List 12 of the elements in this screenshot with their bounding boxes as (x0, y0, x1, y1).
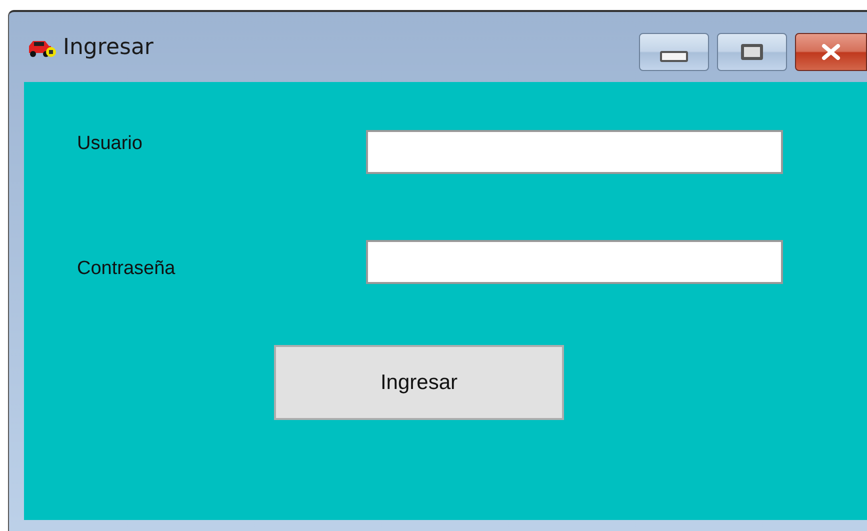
minimize-button[interactable] (639, 33, 709, 71)
field-label: Contraseña (77, 258, 176, 280)
login-button[interactable]: Ingresar (274, 345, 564, 420)
input-field[interactable] (366, 240, 783, 284)
field-label: Usuario (77, 133, 144, 155)
maximize-icon (741, 44, 763, 60)
minimize-icon (660, 50, 688, 62)
close-icon (820, 44, 842, 60)
window-title: Ingresar (63, 34, 154, 60)
close-button[interactable] (795, 33, 867, 71)
maximize-button[interactable] (717, 33, 787, 71)
input-field[interactable] (366, 130, 783, 174)
